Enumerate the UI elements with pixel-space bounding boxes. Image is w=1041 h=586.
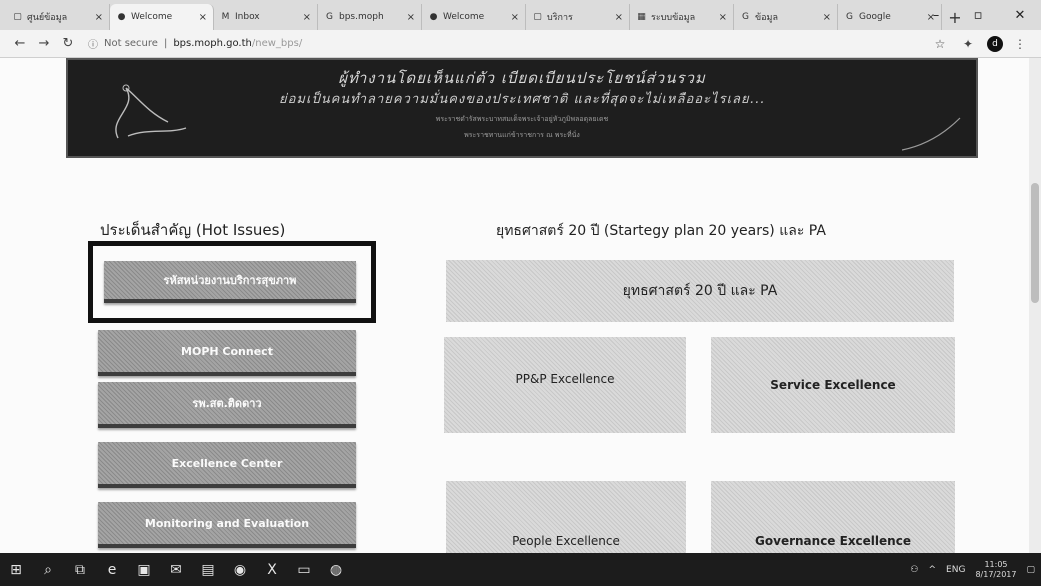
google-icon: G [742,12,749,22]
mail-icon[interactable]: ✉ [160,553,192,586]
scrollbar-thumb[interactable] [1031,183,1039,303]
scrollbar[interactable] [1029,58,1041,553]
chevron-up-icon[interactable]: ^ [929,565,937,575]
rpst-star-button[interactable]: รพ.สต.ติดดาว [98,382,356,428]
strategy-pa-button[interactable]: ยุทธศาสตร์ 20 ปี และ PA [446,260,954,322]
minimize-icon[interactable]: – [915,0,957,30]
url-path: /new_bps/ [251,38,303,49]
browser-tab[interactable]: Gbps.moph × [318,4,422,30]
close-icon[interactable]: × [823,12,831,23]
security-label: Not secure [104,38,158,49]
banner-quote-line-1: ผู้ทำงานโดยเห็นแก่ตัว เบียดเบียนประโยชน์… [338,69,706,87]
clock-time: 11:05 [984,559,1008,569]
browser-toolbar: ← → ↻ ⓘ Not secure | bps.moph.go.th /new… [0,30,1041,58]
extension-icon[interactable]: ✦ [957,34,979,54]
moph-connect-button[interactable]: MOPH Connect [98,330,356,376]
excellence-center-button[interactable]: Excellence Center [98,442,356,488]
hot-issues-title: ประเด็นสำคัญ (Hot Issues) [100,221,286,239]
people-excellence-card[interactable]: People Excellence [446,481,686,553]
banner: ผู้ทำงานโดยเห็นแก่ตัว เบียดเบียนประโยชน์… [66,58,978,158]
health-unit-code-button[interactable]: รหัสหน่วยงานบริการสุขภาพ [104,261,356,303]
store-icon[interactable]: ▣ [128,553,160,586]
search-icon[interactable]: ⌕ [32,553,64,586]
browser-tab[interactable]: ▢ ศูนย์ข้อมูล × [6,4,110,30]
browser-tab[interactable]: M Inbox × [214,4,318,30]
notification-icon[interactable]: ▢ [1026,565,1035,575]
google-icon: G [846,12,853,22]
browser-tab-active[interactable]: ● Welcome × [110,4,214,30]
close-icon[interactable]: × [719,12,727,23]
edge-icon[interactable]: e [96,553,128,586]
web-page: ผู้ทำงานโดยเห็นแก่ตัว เบียดเบียนประโยชน์… [0,58,1041,553]
browser-tab[interactable]: ▦ ระบบข้อมูล × [630,4,734,30]
taskbar: ⊞ ⌕ ⧉ e ▣ ✉ ▤ ◉ X ▭ ◍ ⚇ ^ ENG 11:05 8/17/… [0,553,1041,586]
gmail-icon: M [221,12,230,22]
clock-date: 8/17/2017 [975,569,1017,579]
sheet-icon: ▦ [637,12,646,22]
forward-icon[interactable]: → [34,34,54,54]
globe-icon: ● [117,12,126,22]
window-controls: – ▫ ✕ [915,0,1041,30]
banner-caption-line-2: พระราชทานแก่ข้าราชการ ณ พระที่นั่ง [464,131,580,139]
maximize-icon[interactable]: ▫ [957,0,999,30]
card-label: Service Excellence [770,378,896,392]
close-window-icon[interactable]: ✕ [999,0,1041,30]
governance-excellence-card[interactable]: Governance Excellence [711,481,955,553]
close-icon[interactable]: × [615,12,623,23]
screen: ▢ ศูนย์ข้อมูล × ● Welcome × M Inbox × Gbps.mop… [0,0,1041,586]
tab-strip: ▢ ศูนย์ข้อมูล × ● Welcome × M Inbox × Gbps.mop… [0,0,1041,30]
page-icon: ▢ [533,12,542,22]
people-icon[interactable]: ⚇ [910,565,918,575]
browser-tab[interactable]: ▢ บริการ × [526,4,630,30]
page-icon: ▢ [13,12,22,22]
service-excellence-card[interactable]: Service Excellence [711,337,955,433]
strategy-title: ยุทธศาสตร์ 20 ปี (Startegy plan 20 years… [496,223,826,239]
star-icon[interactable]: ☆ [929,34,951,54]
card-label: People Excellence [512,534,620,548]
photos-icon[interactable]: ▤ [192,553,224,586]
browser-tab[interactable]: G ข้อมูล × [734,4,838,30]
close-icon[interactable]: × [95,12,103,23]
folder-icon[interactable]: ▭ [288,553,320,586]
info-icon[interactable]: ⓘ [88,36,98,51]
back-icon[interactable]: ← [10,34,30,54]
card-label: Governance Excellence [755,534,911,548]
banner-quote-line-2: ย่อมเป็นคนทำลายความมั่นคงของประเทศชาติ แ… [279,92,765,107]
close-icon[interactable]: × [511,12,519,23]
system-tray: ⚇ ^ ENG 11:05 8/17/2017 ▢ [900,553,1035,586]
separator: | [163,38,168,49]
clock[interactable]: 11:05 8/17/2017 [975,560,1016,580]
monitoring-evaluation-button[interactable]: Monitoring and Evaluation [98,502,356,548]
google-icon: G [326,12,333,22]
browser-tab[interactable]: ● Welcome × [422,4,526,30]
menu-icon[interactable]: ⋮ [1009,34,1031,54]
close-icon[interactable]: × [407,12,415,23]
banner-caption-line-1: พระราชดำรัสพระบาทสมเด็จพระเจ้าอยู่หัวภูม… [435,115,609,123]
ppp-excellence-card[interactable]: PP&P Excellence [444,337,686,433]
excel-icon[interactable]: X [256,553,288,586]
close-icon[interactable]: × [303,12,311,23]
globe-icon: ● [429,12,438,22]
close-icon[interactable]: × [199,12,207,23]
profile-avatar[interactable]: d [987,35,1003,52]
app-icon[interactable]: ◍ [320,553,352,586]
chrome-icon[interactable]: ◉ [224,553,256,586]
reload-icon[interactable]: ↻ [58,34,78,54]
task-view-icon[interactable]: ⧉ [64,553,96,586]
card-label: PP&P Excellence [515,372,615,386]
windows-start-icon[interactable]: ⊞ [0,553,32,586]
address-bar[interactable]: ⓘ Not secure | bps.moph.go.th /new_bps/ [82,34,923,54]
language-indicator[interactable]: ENG [946,565,965,575]
url-host: bps.moph.go.th [173,38,252,49]
